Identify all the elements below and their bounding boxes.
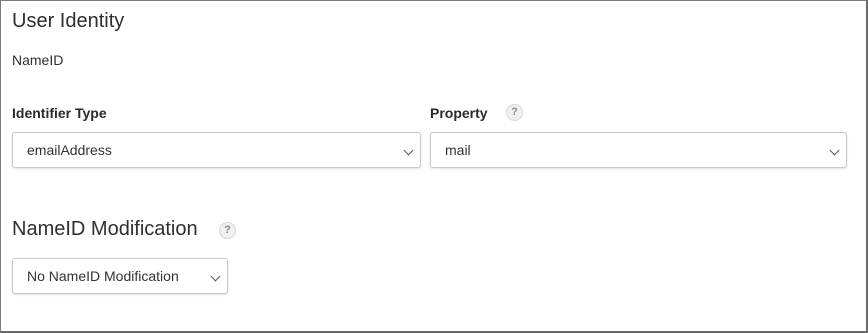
nameid-modification-value: No NameID Modification: [27, 268, 179, 284]
section-title: User Identity: [12, 10, 125, 32]
identifier-type-select[interactable]: emailAddress: [12, 132, 421, 168]
nameid-subheading: NameID: [12, 52, 64, 68]
identifier-type-value: emailAddress: [27, 142, 112, 158]
property-value: mail: [445, 142, 471, 158]
chevron-down-icon: [210, 271, 221, 282]
help-icon[interactable]: ?: [219, 222, 236, 239]
identifier-type-label: Identifier Type: [12, 105, 107, 121]
property-label: Property: [430, 105, 488, 121]
help-icon[interactable]: ?: [506, 104, 523, 121]
property-select[interactable]: mail: [430, 132, 847, 168]
chevron-down-icon: [829, 145, 840, 156]
chevron-down-icon: [403, 145, 414, 156]
nameid-modification-title: NameID Modification: [12, 218, 198, 240]
user-identity-panel: User Identity NameID Identifier Type ema…: [0, 0, 868, 333]
nameid-modification-select[interactable]: No NameID Modification: [12, 258, 228, 294]
